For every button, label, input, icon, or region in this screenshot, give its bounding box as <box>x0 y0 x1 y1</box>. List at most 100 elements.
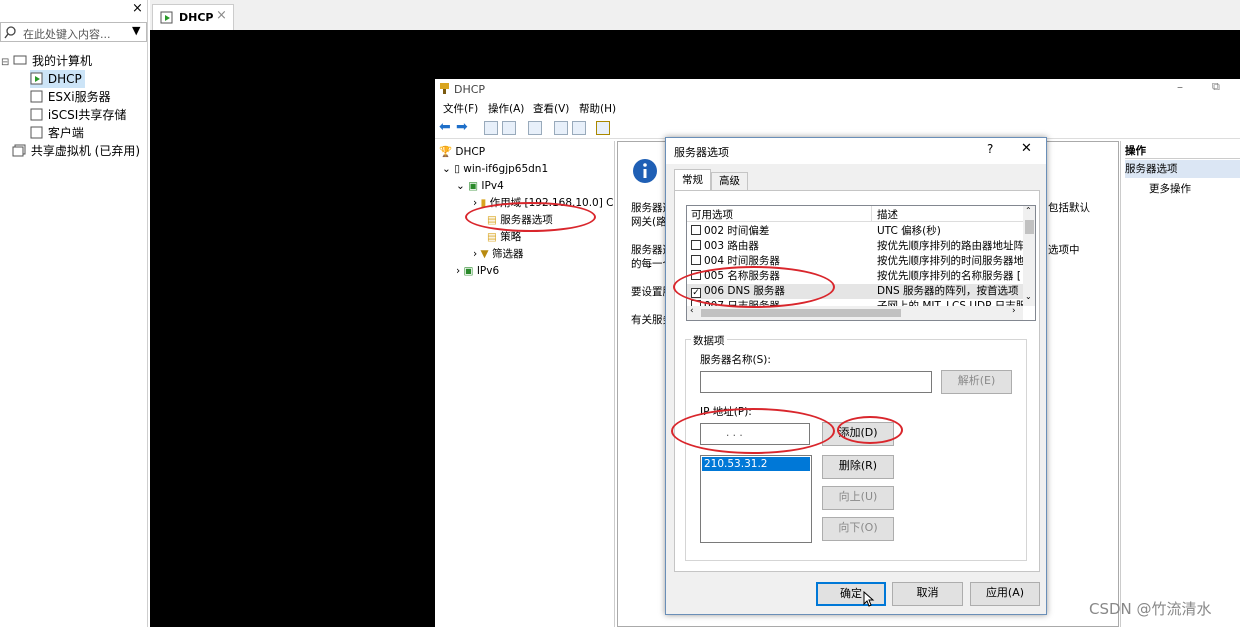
properties-icon[interactable] <box>596 121 610 135</box>
tab-close-icon[interactable]: × <box>216 8 227 23</box>
scroll-thumb[interactable] <box>1025 220 1034 234</box>
show-hide-action-pane-icon[interactable] <box>572 121 586 135</box>
menu-view[interactable]: 查看(V) <box>533 101 569 116</box>
show-hide-tree-icon[interactable] <box>502 121 516 135</box>
annotation-ellipse <box>465 202 596 232</box>
option-name: 002 时间偏差 <box>704 225 770 237</box>
tree-filters[interactable]: › ▼ 筛选器 <box>473 245 523 263</box>
actions-header: 操作 <box>1125 143 1240 159</box>
option-row[interactable]: 002 时间偏差 UTC 偏移(秒) <box>687 224 1023 239</box>
scroll-down-icon[interactable]: ⌄ <box>1025 292 1032 301</box>
scroll-left-icon[interactable]: ‹ <box>690 306 694 316</box>
vm-running-icon <box>30 72 43 85</box>
tree-server[interactable]: ⌄ ▯ win-if6gjp65dn1 <box>442 160 548 178</box>
window-title: DHCP <box>454 83 486 96</box>
ip-address-list[interactable]: 210.53.31.2 <box>700 455 812 543</box>
option-checkbox[interactable] <box>691 240 701 250</box>
shared-vm-icon <box>12 144 26 157</box>
option-name: 004 时间服务器 <box>704 255 780 267</box>
tree-label: DHCP <box>47 72 82 86</box>
tab-advanced[interactable]: 高级 <box>711 172 748 191</box>
column-header-available[interactable]: 可用选项 <box>691 207 733 222</box>
help-icon[interactable] <box>554 121 568 135</box>
close-button[interactable]: ✕ <box>1021 141 1032 156</box>
chevron-down-icon[interactable]: ▼ <box>132 24 140 37</box>
tree-label: 策略 <box>500 231 522 243</box>
annotation-ellipse <box>673 266 835 308</box>
expand-chevron-icon[interactable]: ⌄ <box>456 180 465 192</box>
column-divider <box>871 206 872 222</box>
more-actions-link[interactable]: 更多操作 <box>1149 181 1191 196</box>
column-header-description[interactable]: 描述 <box>877 207 898 222</box>
tree-label: DHCP <box>455 146 486 158</box>
cancel-button[interactable]: 取消 <box>892 582 963 606</box>
tree-item-iscsi[interactable]: iSCSI共享存储 <box>30 106 126 124</box>
search-placeholder: 在此处键入内容... <box>23 28 111 41</box>
menu-action[interactable]: 操作(A) <box>488 101 524 116</box>
tree-dhcp-root[interactable]: 🏆 DHCP <box>439 143 485 161</box>
expand-chevron-icon[interactable]: › <box>456 265 460 277</box>
tree-item-my-computer[interactable]: ⊟ 我的计算机 <box>1 52 92 70</box>
refresh-icon[interactable] <box>528 121 542 135</box>
vm-icon <box>30 126 43 139</box>
remove-button[interactable]: 删除(R) <box>822 455 894 479</box>
tree-item-dhcp[interactable]: DHCP <box>30 70 85 88</box>
tree-label: IPv6 <box>476 265 500 277</box>
expand-chevron-icon[interactable]: › <box>473 248 477 260</box>
tab-general[interactable]: 常规 <box>674 169 711 191</box>
close-icon[interactable]: × <box>132 1 143 16</box>
search-icon <box>4 26 16 39</box>
tree-item-client[interactable]: 客户端 <box>30 124 84 142</box>
list-item[interactable]: 210.53.31.2 <box>702 457 810 471</box>
actions-selected-item[interactable]: 服务器选项 <box>1125 160 1240 178</box>
ipv4-icon: ▣ <box>468 180 479 192</box>
scroll-thumb[interactable] <box>701 309 901 317</box>
tree-ipv6[interactable]: › ▣ IPv6 <box>456 262 499 280</box>
restore-button[interactable]: ⧉ <box>1212 80 1220 94</box>
expand-chevron-icon[interactable]: ⌄ <box>442 163 451 175</box>
horizontal-scrollbar[interactable]: ‹ › <box>687 306 1023 320</box>
vertical-scrollbar[interactable]: ⌃ ⌄ <box>1023 206 1035 306</box>
menu-help[interactable]: 帮助(H) <box>579 101 616 116</box>
dialog-titlebar: 服务器选项 ? ✕ <box>666 138 1046 164</box>
info-icon <box>633 159 657 183</box>
apply-button[interactable]: 应用(A) <box>970 582 1040 606</box>
up-folder-icon[interactable] <box>484 121 498 135</box>
search-input[interactable]: 在此处键入内容... ▼ <box>0 22 147 42</box>
scroll-right-icon[interactable]: › <box>1012 306 1016 316</box>
desc-line: 网关(路 <box>631 216 667 228</box>
minimize-button[interactable]: – <box>1177 80 1183 94</box>
option-name: 003 路由器 <box>704 240 759 252</box>
move-up-button[interactable]: 向上(U) <box>822 486 894 510</box>
data-group-label: 数据项 <box>691 333 727 348</box>
menu-bar: 文件(F) 操作(A) 查看(V) 帮助(H) <box>435 99 1240 117</box>
move-down-button[interactable]: 向下(O) <box>822 517 894 541</box>
tree-item-esxi[interactable]: ESXi服务器 <box>30 88 111 106</box>
back-icon[interactable]: ⬅ <box>439 119 451 135</box>
policy-icon: ▤ <box>487 231 497 243</box>
dhcp-icon: 🏆 <box>439 146 453 158</box>
option-row[interactable]: 003 路由器 按优先顺序排列的路由器地址阵 <box>687 239 1023 254</box>
collapse-icon[interactable]: ⊟ <box>1 57 9 68</box>
resolve-button[interactable]: 解析(E) <box>941 370 1012 394</box>
ok-button[interactable]: 确定 <box>816 582 886 606</box>
tree-label: 共享虚拟机 (已弃用) <box>30 144 141 158</box>
server-options-dialog: 服务器选项 ? ✕ 常规 高级 可用选项 描述 002 时间偏差 UTC 偏移(秒… <box>665 137 1047 615</box>
option-description: 按优先顺序排列的时间服务器地 <box>877 255 1023 267</box>
tab-panel: 可用选项 描述 002 时间偏差 UTC 偏移(秒) 003 路由器 按优先顺序排列的… <box>674 190 1040 572</box>
scroll-up-icon[interactable]: ⌃ <box>1025 206 1032 215</box>
mouse-cursor-icon <box>863 591 875 607</box>
option-checkbox[interactable] <box>691 255 701 265</box>
forward-icon[interactable]: ➡ <box>456 119 468 135</box>
server-icon: ▯ <box>454 163 460 175</box>
option-checkbox[interactable] <box>691 225 701 235</box>
tree-ipv4[interactable]: ⌄ ▣ IPv4 <box>456 177 504 195</box>
server-name-label: 服务器名称(S): <box>700 354 771 366</box>
tree-item-shared-vms[interactable]: 共享虚拟机 (已弃用) <box>12 142 140 160</box>
monitor-icon <box>13 55 27 65</box>
help-button[interactable]: ? <box>987 142 993 156</box>
menu-file[interactable]: 文件(F) <box>443 101 478 116</box>
desc-line: 选项中 <box>1048 244 1080 256</box>
tab-dhcp[interactable]: DHCP × <box>152 4 234 30</box>
server-name-input[interactable] <box>700 371 932 393</box>
